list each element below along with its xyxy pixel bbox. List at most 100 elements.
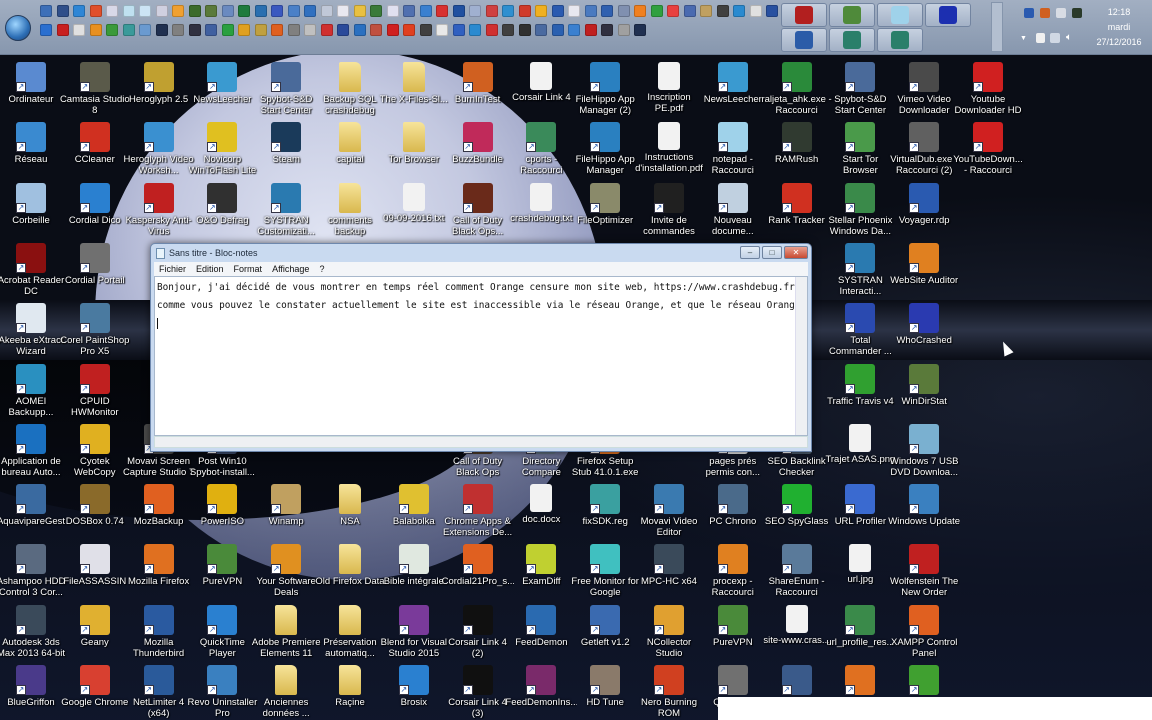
desktop-icon[interactable]: ↗ Wolfenstein The New Order — [888, 544, 960, 598]
desktop-icon[interactable]: NSA — [314, 484, 386, 527]
desktop-icon[interactable]: ↗ Getleft v1.2 — [569, 604, 641, 648]
desktop-icon[interactable]: ↗ Balabolka — [378, 484, 450, 527]
volume-icon[interactable]: 🔈︎ — [1066, 32, 1072, 43]
quick-launch-icon[interactable] — [419, 5, 432, 17]
desktop-icon[interactable]: ↗ Voyager.rdp — [888, 182, 960, 226]
desktop-icon[interactable]: ↗ Start Tor Browser — [824, 122, 896, 176]
horizontal-scrollbar[interactable] — [154, 436, 808, 448]
desktop-icon[interactable]: ↗ Autodesk 3ds Max 2013 64-bit — [0, 604, 67, 659]
desktop-icon[interactable]: ↗ Novicorp WinToFlash Lite — [186, 122, 258, 176]
desktop-icon[interactable]: ↗ Youtube Downloader HD — [952, 62, 1024, 116]
desktop-icon[interactable]: doc.docx — [505, 484, 577, 525]
quick-launch-icon[interactable] — [518, 5, 531, 17]
network-icon[interactable] — [1050, 33, 1060, 43]
quick-launch-icon[interactable] — [320, 5, 333, 17]
desktop-icon[interactable]: ↗ PC Chrono — [697, 484, 769, 527]
desktop-icon[interactable]: ↗ MozBackup — [123, 484, 195, 527]
desktop-icon[interactable]: ↗ Stellar Phoenix Windows Da... — [824, 182, 896, 237]
desktop-icon[interactable]: ↗ Chrome Apps & Extensions De... — [442, 484, 514, 538]
desktop-icon[interactable]: ↗ Corbeille — [0, 182, 67, 226]
quick-launch-icon[interactable] — [617, 5, 630, 17]
desktop-icon[interactable]: ↗ cports - Raccourci — [505, 122, 577, 176]
desktop-icon[interactable]: ↗ url_profile_res... — [824, 604, 896, 648]
desktop-icon[interactable]: Instructions d'installation.pdf — [633, 122, 705, 174]
quick-launch-icon[interactable] — [139, 5, 151, 17]
quick-launch-icon[interactable] — [485, 5, 498, 17]
quick-launch-icon[interactable] — [73, 5, 85, 17]
desktop-icon[interactable]: ↗ FeedDemon — [505, 604, 577, 648]
quick-launch-icon[interactable] — [221, 24, 234, 36]
firewall-icon[interactable] — [1040, 8, 1050, 18]
desktop-icon[interactable]: Corsair Link 4 — [505, 62, 577, 103]
quick-launch-icon[interactable] — [518, 24, 531, 36]
quick-launch-icon[interactable] — [304, 5, 316, 17]
quick-launch-icon[interactable] — [403, 5, 415, 17]
quick-launch-icon[interactable] — [419, 24, 432, 36]
quick-launch-icon[interactable] — [337, 24, 349, 36]
minimize-button[interactable]: – — [740, 246, 760, 259]
close-button[interactable]: ✕ — [784, 246, 808, 259]
desktop-icon[interactable]: ↗ Geany — [59, 604, 131, 648]
taskbar-scrollbar[interactable] — [991, 2, 1003, 52]
desktop-icon[interactable]: ↗ YouTubeDown... - Raccourci — [952, 122, 1024, 176]
quick-launch-icon[interactable] — [667, 5, 679, 17]
quick-launch-icon[interactable] — [403, 24, 415, 36]
desktop-icon[interactable]: ↗ ShareEnum - Raccourci — [761, 544, 833, 598]
desktop-icon[interactable]: ↗ Traffic Travis v4 — [824, 363, 896, 407]
menu-fichier[interactable]: Fichier — [154, 262, 191, 276]
desktop-icon[interactable]: ↗ BlueGriffon — [0, 665, 67, 708]
desktop-icon[interactable]: ↗ Bible intégrale — [378, 544, 450, 587]
desktop-icon[interactable]: comments backup — [314, 182, 386, 237]
desktop-icon[interactable]: ↗ Nero Burning ROM — [633, 665, 705, 719]
quick-launch-icon[interactable] — [436, 5, 448, 17]
quick-launch-icon[interactable] — [271, 5, 283, 17]
quick-launch-icon[interactable] — [584, 24, 597, 36]
shield-icon[interactable] — [1056, 8, 1066, 18]
desktop-icon[interactable]: ↗ Spybot-S&D Start Center — [824, 62, 896, 116]
monitor-icon[interactable] — [1072, 8, 1082, 18]
quick-launch-icon[interactable] — [469, 5, 481, 17]
desktop-icon[interactable]: 09-09-2016.txt — [378, 182, 450, 224]
quick-launch-icon[interactable] — [172, 24, 184, 36]
taskbar-button-purevpn[interactable] — [829, 3, 875, 27]
quick-launch-icon[interactable] — [502, 5, 514, 17]
desktop-icon[interactable]: ↗ Réseau — [0, 122, 67, 165]
quick-launch-icon[interactable] — [254, 24, 267, 36]
menu-format[interactable]: Format — [229, 262, 268, 276]
show-hidden-icons-icon[interactable]: ▼ — [1020, 35, 1027, 42]
taskbar-button-word[interactable] — [781, 28, 827, 52]
quick-launch-icon[interactable] — [205, 24, 217, 36]
desktop-icon[interactable]: ↗ SYSTRAN Interacti... — [824, 242, 896, 297]
quick-launch-icon[interactable] — [271, 24, 283, 36]
desktop-icon[interactable]: ↗ Free Monitor for Google — [569, 544, 641, 598]
taskbar-button-screen-1[interactable] — [829, 28, 875, 52]
quick-launch-icon[interactable] — [436, 24, 448, 36]
quick-launch-icon[interactable] — [122, 24, 135, 36]
desktop-icon[interactable]: Inscription PE.pdf — [633, 62, 705, 114]
quick-launch-icon[interactable] — [617, 24, 630, 36]
desktop-icon[interactable]: ↗ Kaspersky Anti-Virus — [123, 182, 195, 237]
desktop-icon[interactable]: ↗ FileHippo App Manager (2) — [569, 62, 641, 116]
quick-launch-icon[interactable] — [535, 5, 547, 17]
quick-launch-icon[interactable] — [106, 24, 118, 36]
quick-launch-icon[interactable] — [56, 24, 69, 36]
quick-launch-icon[interactable] — [353, 5, 366, 17]
quick-launch-icon[interactable] — [502, 24, 514, 36]
taskbar-button-screen-2[interactable] — [877, 28, 923, 52]
desktop-icon[interactable]: ↗ Corel PaintShop Pro X5 — [59, 303, 131, 357]
quick-launch-icon[interactable] — [535, 24, 547, 36]
desktop-icon[interactable]: ↗ Brosix — [378, 665, 450, 708]
desktop-icon[interactable]: ↗ PureVPN — [186, 544, 258, 587]
desktop-icon[interactable]: Anciennes données ... — [250, 665, 322, 719]
quick-launch-icon[interactable] — [304, 24, 316, 36]
desktop-icon[interactable]: ↗ Ashampoo HDD Control 3 Cor... — [0, 544, 67, 598]
desktop-icon[interactable]: ↗ Nouveau docume... — [697, 182, 769, 237]
desktop-icon[interactable]: ↗ Cordial Portail — [59, 242, 131, 286]
desktop-icon[interactable]: ↗ Your Software Deals — [250, 544, 322, 598]
desktop-icon[interactable]: Adobe Premiere Elements 11 — [250, 604, 322, 659]
taskbar-button-notepad[interactable] — [877, 3, 923, 27]
desktop-icon[interactable]: ↗ BurnInTest — [442, 62, 514, 105]
desktop-icon[interactable]: ↗ RAMRush — [761, 122, 833, 165]
desktop-icon[interactable]: ↗ NewsLeecher — [186, 62, 258, 105]
menu-help[interactable]: ? — [314, 262, 329, 276]
